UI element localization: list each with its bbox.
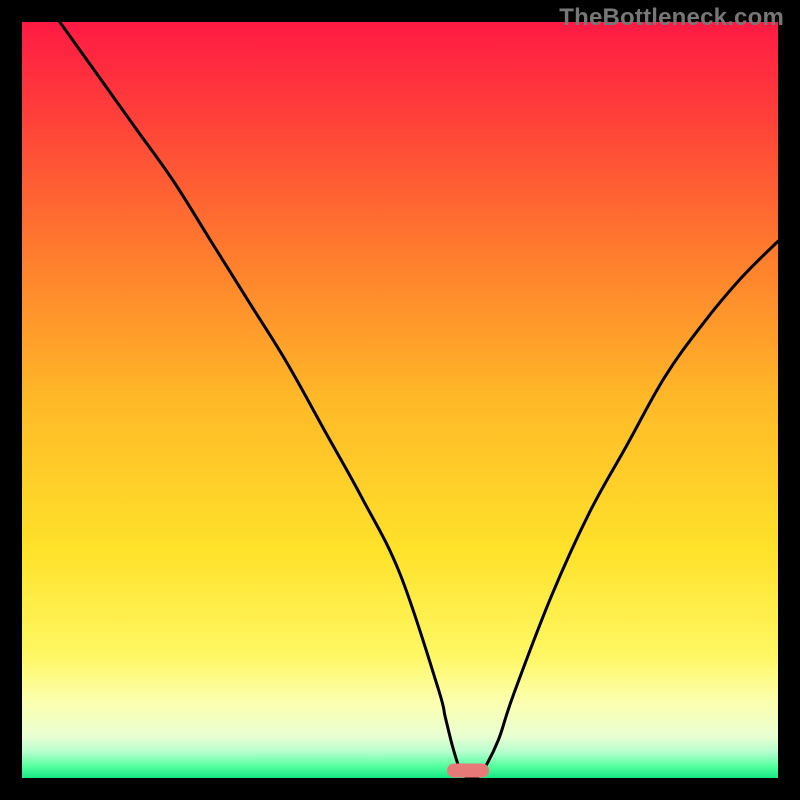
attribution-text: TheBottleneck.com [559, 4, 784, 32]
gradient-background [22, 22, 778, 778]
bottleneck-chart [22, 22, 778, 778]
minimum-marker [447, 763, 489, 777]
chart-frame [22, 22, 778, 778]
